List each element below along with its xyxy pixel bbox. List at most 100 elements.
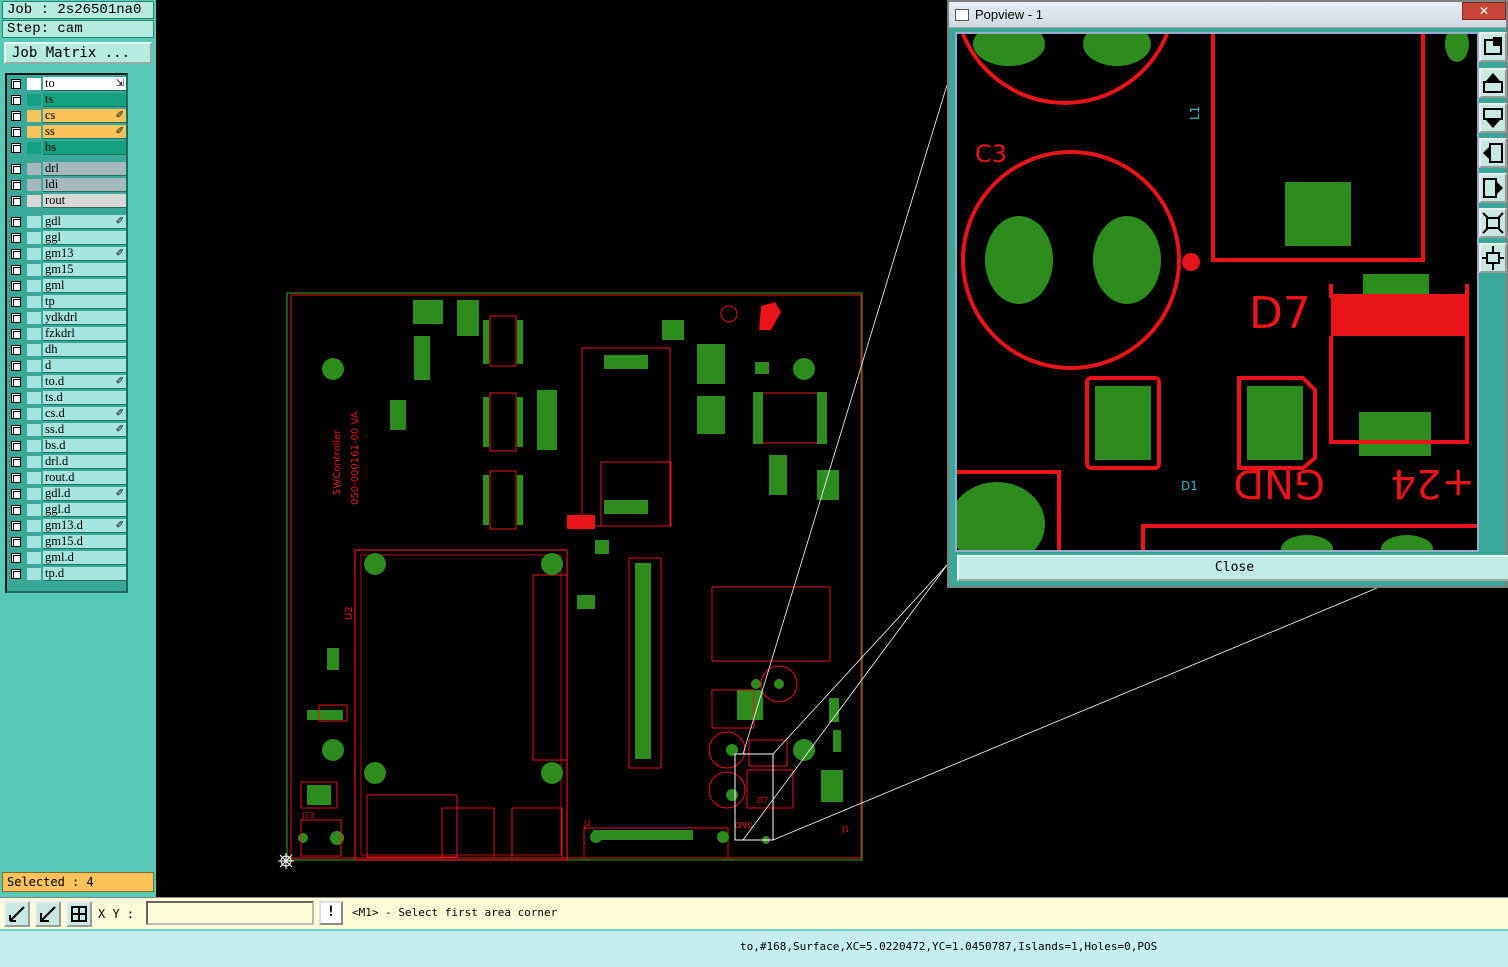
layer-row-ldi[interactable]: ldi [9,178,126,192]
layer-color-swatch[interactable] [27,408,41,420]
layer-color-swatch[interactable] [27,232,41,244]
zoom-home-button[interactable] [1479,32,1507,62]
layer-name[interactable]: to.d ✐ [43,375,126,389]
close-button[interactable]: Close [957,555,1508,581]
layer-color-swatch[interactable] [27,216,41,228]
layer-row-cs-d[interactable]: cs.d ✐ [9,407,126,421]
layer-name[interactable]: bs [43,141,126,155]
layer-row-ts-d[interactable]: ts.d [9,391,126,405]
layer-name[interactable]: tp [43,295,126,309]
layer-row-d[interactable]: d [9,359,126,373]
layer-checkbox[interactable] [11,297,21,307]
layer-checkbox[interactable] [11,196,21,206]
layer-name[interactable]: ss.d ✐ [43,423,126,437]
layer-row-gdl-d[interactable]: gdl.d ✐ [9,487,126,501]
job-matrix-button[interactable]: Job Matrix ... [4,42,152,64]
layer-checkbox[interactable] [11,393,21,403]
layer-checkbox[interactable] [11,329,21,339]
layer-name[interactable]: cs ✐ [43,109,126,123]
layer-row-rout[interactable]: rout [9,194,126,208]
layer-checkbox[interactable] [11,180,21,190]
layer-checkbox[interactable] [11,127,21,137]
layer-row-rout-d[interactable]: rout.d [9,471,126,485]
layer-checkbox[interactable] [11,361,21,371]
layer-row-gml-d[interactable]: gml.d [9,551,126,565]
layer-name[interactable]: rout.d [43,471,126,485]
layer-checkbox[interactable] [11,79,21,89]
layer-color-swatch[interactable] [27,195,41,207]
layer-checkbox[interactable] [11,425,21,435]
layer-name[interactable]: to ⇲ [43,77,126,91]
layer-checkbox[interactable] [11,441,21,451]
layer-checkbox[interactable] [11,164,21,174]
layer-color-swatch[interactable] [27,360,41,372]
layer-row-bs[interactable]: bs [9,141,126,155]
popview-titlebar[interactable]: Popview - 1 ✕ [949,2,1506,28]
zoom-in-button[interactable] [1479,208,1507,238]
layer-name[interactable]: ydkdrl [43,311,126,325]
layer-checkbox[interactable] [11,553,21,563]
layer-checkbox[interactable] [11,217,21,227]
layer-name[interactable]: tp.d [43,567,126,581]
layer-row-tp[interactable]: tp [9,295,126,309]
layer-color-swatch[interactable] [27,504,41,516]
layer-row-ss-d[interactable]: ss.d ✐ [9,423,126,437]
grid-icon[interactable] [66,901,92,927]
layer-color-swatch[interactable] [27,163,41,175]
layer-row-ts[interactable]: ts [9,93,126,107]
layer-color-swatch[interactable] [27,440,41,452]
layer-checkbox[interactable] [11,457,21,467]
layer-name[interactable]: drl.d [43,455,126,469]
layer-name[interactable]: drl [43,162,126,176]
layer-checkbox[interactable] [11,111,21,121]
layer-name[interactable]: gdl.d ✐ [43,487,126,501]
pan-up-button[interactable] [1479,68,1507,98]
layer-row-to[interactable]: to ⇲ [9,77,126,91]
layer-name[interactable]: gm15.d [43,535,126,549]
layer-checkbox[interactable] [11,409,21,419]
layer-row-ggl[interactable]: ggl [9,231,126,245]
layer-row-drl[interactable]: drl [9,162,126,176]
layer-color-swatch[interactable] [27,296,41,308]
layer-color-swatch[interactable] [27,142,41,154]
layer-checkbox[interactable] [11,505,21,515]
layer-row-bs-d[interactable]: bs.d [9,439,126,453]
layer-row-gm13-d[interactable]: gm13.d ✐ [9,519,126,533]
xy-input[interactable] [146,901,314,925]
layer-name[interactable]: gm15 [43,263,126,277]
layer-row-gm15[interactable]: gm15 [9,263,126,277]
layer-row-gdl[interactable]: gdl ✐ [9,215,126,229]
close-icon[interactable]: ✕ [1462,2,1506,20]
layer-color-swatch[interactable] [27,264,41,276]
exclamation-button[interactable]: ! [319,901,343,925]
layer-name[interactable]: ss ✐ [43,125,126,139]
layer-name[interactable]: gm13.d ✐ [43,519,126,533]
pan-left-button[interactable] [1479,138,1507,168]
layer-color-swatch[interactable] [27,472,41,484]
layer-row-to-d[interactable]: to.d ✐ [9,375,126,389]
layer-checkbox[interactable] [11,569,21,579]
layer-color-swatch[interactable] [27,456,41,468]
layer-name[interactable]: ggl.d [43,503,126,517]
layer-name[interactable]: gdl ✐ [43,215,126,229]
layer-row-tp-d[interactable]: tp.d [9,567,126,581]
layer-color-swatch[interactable] [27,376,41,388]
layer-checkbox[interactable] [11,473,21,483]
layer-name[interactable]: ldi [43,178,126,192]
layer-row-gml[interactable]: gml [9,279,126,293]
layer-color-swatch[interactable] [27,568,41,580]
layer-row-gm13[interactable]: gm13 ✐ [9,247,126,261]
layer-name[interactable]: gml [43,279,126,293]
layer-name[interactable]: cs.d ✐ [43,407,126,421]
layer-checkbox[interactable] [11,489,21,499]
layer-color-swatch[interactable] [27,520,41,532]
pan-right-button[interactable] [1479,173,1507,203]
layer-color-swatch[interactable] [27,179,41,191]
zoom-out-button[interactable] [1479,243,1507,273]
layer-name[interactable]: ggl [43,231,126,245]
layer-checkbox[interactable] [11,249,21,259]
layer-color-swatch[interactable] [27,78,41,90]
layer-color-swatch[interactable] [27,94,41,106]
layer-checkbox[interactable] [11,233,21,243]
layer-row-ss[interactable]: ss ✐ [9,125,126,139]
